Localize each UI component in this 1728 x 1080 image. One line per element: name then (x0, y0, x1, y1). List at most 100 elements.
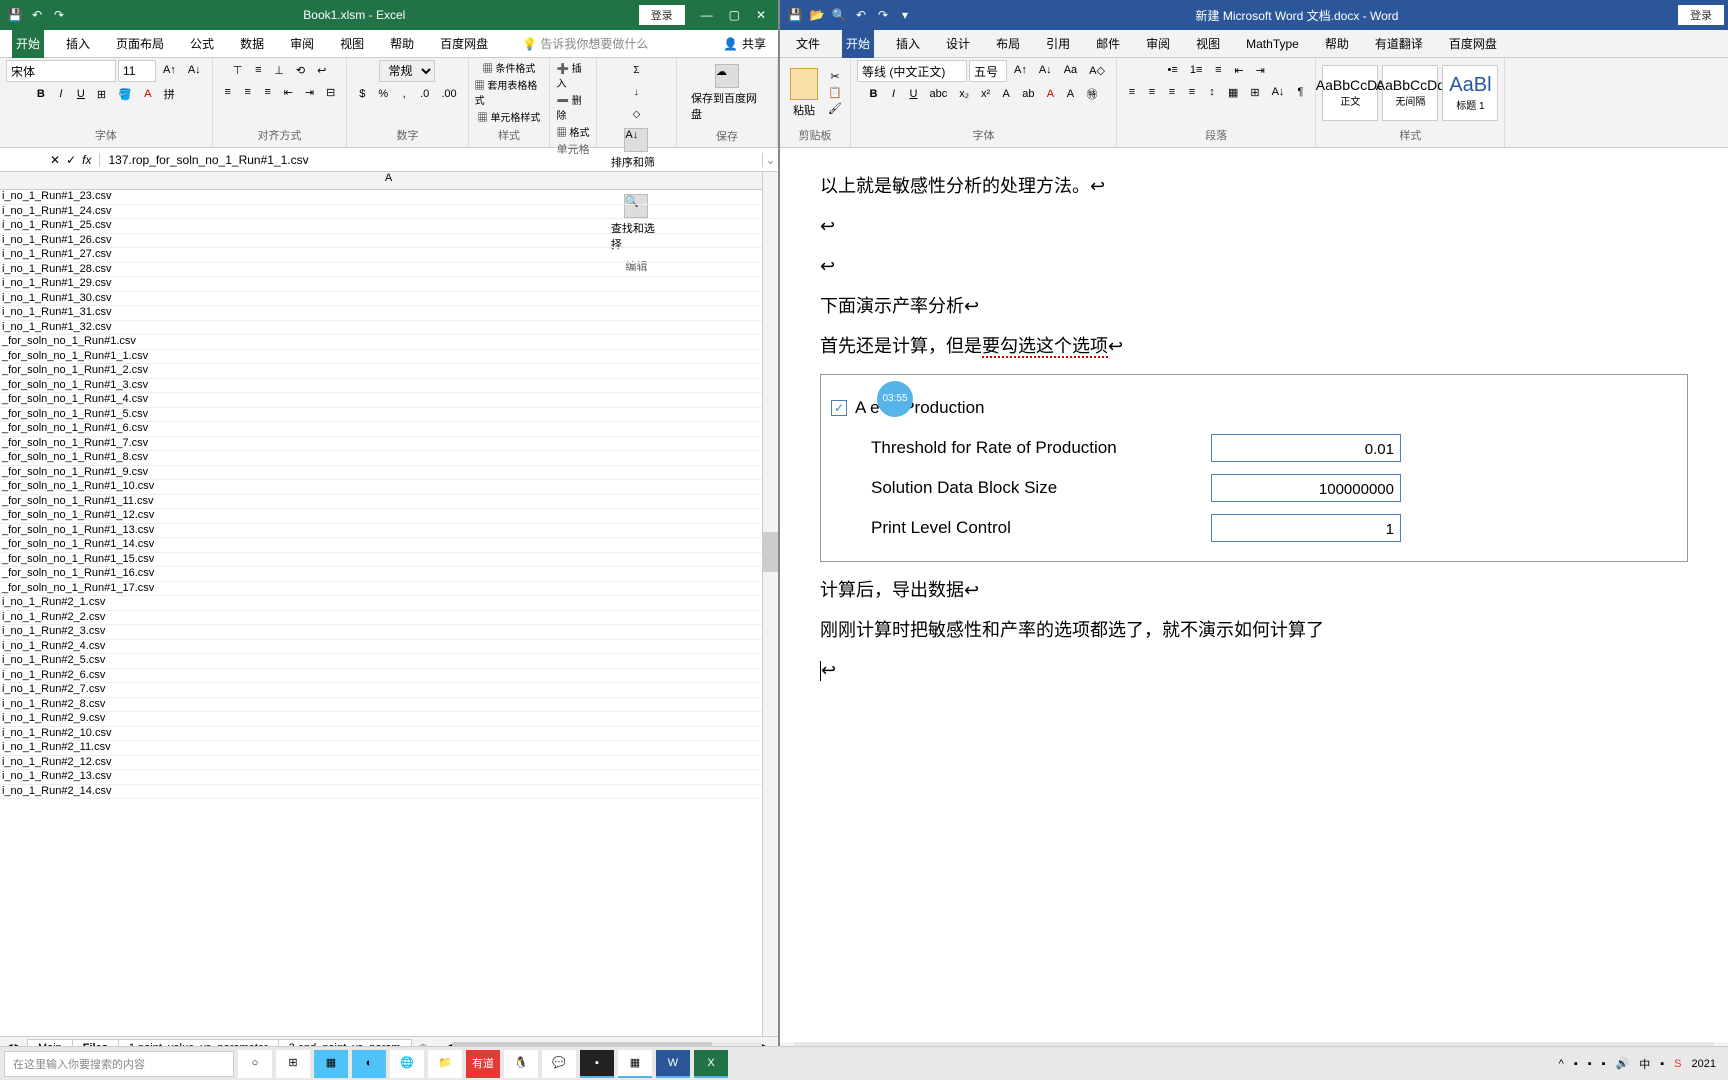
accept-formula-icon[interactable]: ✓ (66, 153, 76, 167)
numbering-icon[interactable]: 1≡ (1185, 60, 1208, 80)
align-right-icon[interactable]: ≡ (1163, 82, 1181, 102)
tab-formulas[interactable]: 公式 (186, 29, 218, 58)
cell-styles-button[interactable]: ▦ 单元格样式 (478, 109, 541, 124)
currency-icon[interactable]: $ (353, 84, 371, 104)
table-row[interactable]: i_no_1_Run#1_27.csv (0, 248, 778, 263)
grow-font-icon[interactable]: A↑ (1009, 60, 1032, 80)
save-icon[interactable]: 💾 (8, 8, 22, 22)
tray-icon[interactable]: ▪ (1574, 1058, 1578, 1070)
open-icon[interactable]: 📂 (810, 8, 824, 22)
excel-app-icon[interactable]: X (694, 1050, 728, 1078)
share-button[interactable]: 👤 共享 (723, 35, 766, 52)
table-row[interactable]: _for_soln_no_1_Run#1_1.csv (0, 350, 778, 365)
shading-icon[interactable]: ▦ (1223, 82, 1243, 102)
table-row[interactable]: _for_soln_no_1_Run#1_3.csv (0, 379, 778, 394)
redo-icon[interactable]: ↷ (876, 8, 890, 22)
align-justify-icon[interactable]: ≡ (1183, 82, 1201, 102)
tab-baidu[interactable]: 百度网盘 (436, 29, 492, 58)
table-row[interactable]: _for_soln_no_1_Run#1_12.csv (0, 509, 778, 524)
tab-review[interactable]: 审阅 (1142, 29, 1174, 58)
align-middle-icon[interactable]: ≡ (249, 60, 267, 80)
number-format-select[interactable]: 常规 (379, 60, 435, 82)
clock[interactable]: 2021 (1692, 1058, 1716, 1070)
comma-icon[interactable]: , (395, 84, 413, 104)
style-nospacing[interactable]: AaBbCcDd无间隔 (1382, 65, 1438, 121)
table-row[interactable]: i_no_1_Run#1_28.csv (0, 263, 778, 278)
clear-icon[interactable]: ◇ (627, 104, 645, 124)
font-color-icon[interactable]: A (139, 84, 157, 104)
cell-area[interactable]: i_no_1_Run#1_23.csvi_no_1_Run#1_24.csvi_… (0, 190, 778, 1036)
table-row[interactable]: i_no_1_Run#2_3.csv (0, 625, 778, 640)
table-row[interactable]: i_no_1_Run#2_13.csv (0, 770, 778, 785)
tell-me-input[interactable]: 💡 告诉我你想要做什么 (522, 35, 648, 52)
table-row[interactable]: _for_soln_no_1_Run#1_10.csv (0, 480, 778, 495)
formula-input[interactable]: 137.rop_for_soln_no_1_Run#1_1.csv (100, 153, 762, 167)
save-icon[interactable]: 💾 (788, 8, 802, 22)
tab-help[interactable]: 帮助 (1321, 29, 1353, 58)
percent-icon[interactable]: % (373, 84, 393, 104)
tray-icon[interactable]: ▪ (1588, 1058, 1592, 1070)
sort-icon[interactable]: A↓ (1267, 82, 1290, 102)
vertical-scrollbar[interactable] (762, 172, 778, 1036)
table-row[interactable]: i_no_1_Run#2_8.csv (0, 698, 778, 713)
tab-references[interactable]: 引用 (1042, 29, 1074, 58)
autosum-icon[interactable]: Σ (627, 60, 645, 80)
table-row[interactable]: i_no_1_Run#2_11.csv (0, 741, 778, 756)
column-header-a[interactable]: A (0, 172, 778, 189)
table-row[interactable]: _for_soln_no_1_Run#1_8.csv (0, 451, 778, 466)
table-row[interactable]: i_no_1_Run#2_4.csv (0, 640, 778, 655)
font-size-select[interactable] (969, 60, 1007, 82)
wechat-icon[interactable]: 💬 (542, 1050, 576, 1078)
cmd-icon[interactable]: ▪ (580, 1050, 614, 1078)
char-border-icon[interactable]: A (1061, 84, 1079, 104)
font-color-icon[interactable]: A (1041, 84, 1059, 104)
redo-icon[interactable]: ↷ (52, 8, 66, 22)
table-row[interactable]: _for_soln_no_1_Run#1_4.csv (0, 393, 778, 408)
fill-icon[interactable]: ↓ (627, 82, 645, 102)
tray-icon[interactable]: S (1674, 1058, 1681, 1070)
indent-inc-icon[interactable]: ⇥ (1251, 60, 1270, 80)
table-row[interactable]: i_no_1_Run#2_14.csv (0, 785, 778, 800)
underline-button[interactable]: U (72, 84, 90, 104)
table-row[interactable]: i_no_1_Run#2_6.csv (0, 669, 778, 684)
table-row[interactable]: _for_soln_no_1_Run#1_9.csv (0, 466, 778, 481)
tab-youdao[interactable]: 有道翻译 (1371, 29, 1427, 58)
table-row[interactable]: _for_soln_no_1_Run#1_14.csv (0, 538, 778, 553)
table-row[interactable]: _for_soln_no_1_Run#1_6.csv (0, 422, 778, 437)
volume-icon[interactable]: 🔊 (1616, 1057, 1630, 1070)
close-icon[interactable]: ✕ (756, 8, 766, 22)
align-right-icon[interactable]: ≡ (259, 82, 277, 102)
table-row[interactable]: i_no_1_Run#1_23.csv (0, 190, 778, 205)
indent-inc-icon[interactable]: ⇥ (300, 82, 319, 102)
qq-icon[interactable]: 🐧 (504, 1050, 538, 1078)
tab-data[interactable]: 数据 (236, 29, 268, 58)
align-center-icon[interactable]: ≡ (239, 82, 257, 102)
align-left-icon[interactable]: ≡ (1123, 82, 1141, 102)
word-app-icon[interactable]: W (656, 1050, 690, 1078)
grow-font-icon[interactable]: A↑ (158, 60, 181, 80)
style-normal[interactable]: AaBbCcDd正文 (1322, 65, 1378, 121)
tab-insert[interactable]: 插入 (62, 29, 94, 58)
multilevel-icon[interactable]: ≡ (1209, 60, 1227, 80)
fx-icon[interactable]: fx (82, 153, 91, 167)
table-row[interactable]: _for_soln_no_1_Run#1_15.csv (0, 553, 778, 568)
table-row[interactable]: _for_soln_no_1_Run#1_2.csv (0, 364, 778, 379)
table-row[interactable]: _for_soln_no_1_Run#1_11.csv (0, 495, 778, 510)
tab-review[interactable]: 审阅 (286, 29, 318, 58)
italic-button[interactable]: I (885, 84, 903, 104)
qat-more-icon[interactable]: ▾ (898, 8, 912, 22)
document-body[interactable]: 以上就是敏感性分析的处理方法。↩ ↩ ↩ 下面演示产率分析↩ 首先还是计算，但是… (780, 148, 1728, 1058)
tab-help[interactable]: 帮助 (386, 29, 418, 58)
shrink-font-icon[interactable]: A↓ (183, 60, 206, 80)
edge-icon[interactable]: 🌐 (390, 1050, 424, 1078)
indent-dec-icon[interactable]: ⇤ (1229, 60, 1248, 80)
subscript-icon[interactable]: x₂ (954, 84, 974, 104)
table-row[interactable]: i_no_1_Run#2_7.csv (0, 683, 778, 698)
table-row[interactable]: i_no_1_Run#1_32.csv (0, 321, 778, 336)
tab-baidu[interactable]: 百度网盘 (1445, 29, 1501, 58)
cancel-formula-icon[interactable]: ✕ (50, 153, 60, 167)
tab-insert[interactable]: 插入 (892, 29, 924, 58)
task-view-icon[interactable]: ⊞ (276, 1050, 310, 1078)
table-row[interactable]: i_no_1_Run#2_2.csv (0, 611, 778, 626)
orientation-icon[interactable]: ⟲ (291, 60, 310, 80)
